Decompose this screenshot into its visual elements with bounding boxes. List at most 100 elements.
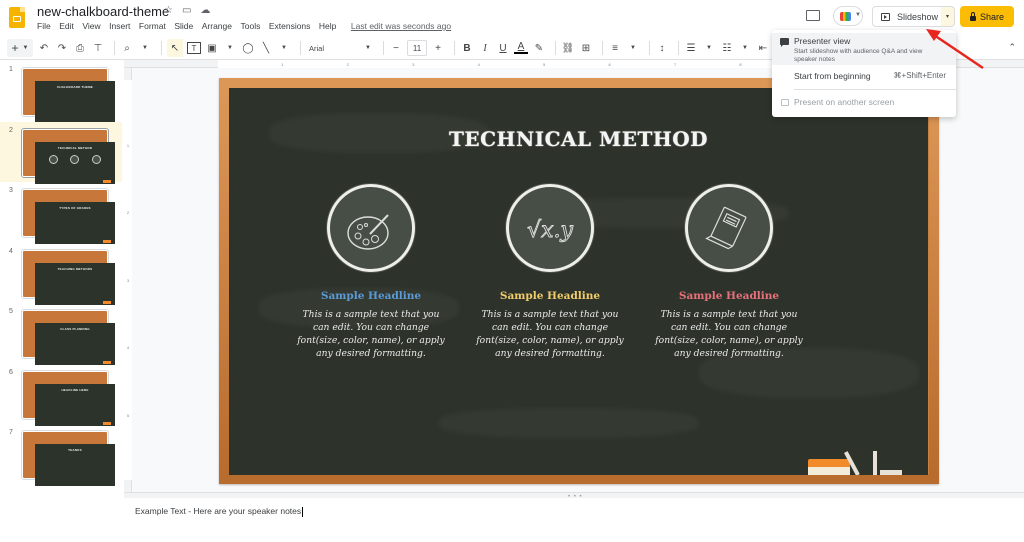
slide-filmstrip: 1 CHALKBOARD THEME 2 TECHNICAL METHOD 3 TYPES… [0, 60, 122, 542]
thumbnail-title: TECHNICAL METHOD [57, 145, 93, 150]
menu-slide[interactable]: Slide [174, 21, 193, 31]
speaker-notes-text[interactable]: Example Text - Here are your speaker not… [135, 506, 303, 517]
column-headline[interactable]: Sample Headline [654, 290, 804, 302]
cast-icon [781, 99, 789, 106]
select-tool-button[interactable]: ↖ [167, 39, 183, 57]
menu-format[interactable]: Format [139, 21, 166, 31]
column-headline[interactable]: Sample Headline [475, 290, 625, 302]
numbered-list-button[interactable]: ☷ [720, 39, 734, 57]
shape-button[interactable]: ◯ [241, 39, 255, 57]
bulleted-list-button[interactable]: ☰ [684, 39, 698, 57]
image-button[interactable]: ▣ [205, 39, 219, 57]
last-edit-link[interactable]: Last edit was seconds ago [351, 21, 451, 31]
line-button[interactable]: ╲ [259, 39, 273, 57]
add-comment-button[interactable]: ⊞ [579, 39, 593, 57]
menu-help[interactable]: Help [319, 21, 336, 31]
filmstrip-slide-2[interactable]: 2 TECHNICAL METHOD [0, 121, 122, 184]
text-color-button[interactable]: A [514, 42, 528, 54]
slide[interactable]: TECHNICAL METHOD Sample Headline This is… [219, 78, 939, 484]
bold-button[interactable]: B [460, 39, 474, 57]
slide-thumbnail[interactable]: TECHNICAL METHOD [21, 127, 115, 184]
textbox-button[interactable]: T [187, 42, 201, 54]
thumbnail-title: TEACHING METHODS [57, 266, 93, 271]
divider [602, 41, 603, 55]
filmstrip-slide-4[interactable]: 4 TEACHING METHODS [0, 243, 122, 305]
menu-extensions[interactable]: Extensions [269, 21, 311, 31]
slide-number: 3 [9, 187, 13, 194]
ruler-label: 4 [477, 61, 480, 67]
filmstrip-slide-1[interactable]: 1 CHALKBOARD THEME [0, 61, 122, 123]
slide-thumbnail[interactable]: CHALKBOARD THEME [21, 67, 115, 123]
column-headline[interactable]: Sample Headline [296, 290, 446, 302]
underline-button[interactable]: U [496, 39, 510, 57]
slide-thumbnail[interactable]: TYPES OF GRADES [21, 188, 115, 244]
star-icon[interactable]: ☆ [164, 5, 173, 16]
menu-tools[interactable]: Tools [240, 21, 260, 31]
filmstrip-slide-3[interactable]: 3 TYPES OF GRADES [0, 182, 122, 244]
share-label: Share [979, 11, 1005, 22]
line-spacing-button[interactable]: ↕ [655, 39, 669, 57]
slide-thumbnail[interactable]: THANKS [21, 430, 115, 486]
column-body[interactable]: This is a sample text that you can edit.… [654, 308, 804, 360]
image-dropdown-icon[interactable]: ▼ [223, 39, 237, 57]
slideshow-menu: Presenter view Start slideshow with audi… [772, 30, 956, 117]
slide-thumbnail[interactable]: TEACHING METHODS [21, 248, 115, 305]
decrease-indent-button[interactable]: ⇤ [756, 39, 770, 57]
slide-title[interactable]: TECHNICAL METHOD [229, 127, 928, 151]
menu-item-start-from-beginning[interactable]: Start from beginning ⌘+Shift+Enter [772, 67, 956, 85]
print-button[interactable]: ⎙ [73, 39, 87, 57]
undo-button[interactable]: ↶ [37, 39, 51, 57]
comment-history-icon[interactable] [806, 10, 820, 21]
filmstrip-slide-5[interactable]: 5 CLASS PLANNING [0, 303, 122, 365]
menu-view[interactable]: View [82, 21, 100, 31]
font-size-increase-button[interactable]: + [431, 39, 445, 57]
font-size-decrease-button[interactable]: − [389, 39, 403, 57]
menu-edit[interactable]: Edit [59, 21, 74, 31]
cloud-saved-icon[interactable]: ☁ [200, 5, 210, 16]
menu-item-presenter-view[interactable]: Presenter view Start slideshow with audi… [772, 33, 956, 65]
column-body[interactable]: This is a sample text that you can edit.… [475, 308, 625, 360]
document-title[interactable]: new-chalkboard-theme [37, 4, 169, 19]
menu-item-description: Start slideshow with audience Q&A and vi… [794, 48, 923, 63]
filmstrip-slide-7[interactable]: 7 THANKS [0, 424, 122, 486]
paint-format-button[interactable]: ⊤ [91, 39, 105, 57]
menu-arrange[interactable]: Arrange [202, 21, 232, 31]
slide-thumbnail[interactable]: HEADLINE HERE [21, 369, 115, 426]
slide-number: 5 [9, 308, 13, 315]
redo-button[interactable]: ↷ [55, 39, 69, 57]
ruler-label: 5 [126, 412, 130, 418]
thumbnail-title: THANKS [68, 448, 82, 452]
slides-logo-icon[interactable] [9, 7, 25, 28]
chevron-down-icon: ▼ [365, 45, 371, 51]
menu-insert[interactable]: Insert [109, 21, 130, 31]
collapse-toolbar-icon[interactable]: ⌃ [1008, 42, 1016, 53]
numbered-dropdown-icon[interactable]: ▼ [738, 39, 752, 57]
bullets-dropdown-icon[interactable]: ▼ [702, 39, 716, 57]
filmstrip-slide-6[interactable]: 6 HEADLINE HERE [0, 364, 122, 426]
font-select[interactable]: Arial ▼ [306, 39, 374, 57]
slideshow-button[interactable]: Slideshow [872, 6, 942, 27]
align-dropdown-icon[interactable]: ▼ [626, 39, 640, 57]
svg-text:√x.y: √x.y [527, 218, 573, 243]
column-body[interactable]: This is a sample text that you can edit.… [296, 308, 446, 360]
menu-item-label: Present on another screen [794, 97, 895, 107]
line-dropdown-icon[interactable]: ▼ [277, 39, 291, 57]
speaker-notes[interactable]: Example Text - Here are your speaker not… [124, 498, 1024, 542]
new-slide-button[interactable]: + ▼ [7, 39, 33, 57]
highlight-color-button[interactable]: ✎ [532, 39, 546, 57]
italic-button[interactable]: I [478, 39, 492, 57]
zoom-dropdown-icon[interactable]: ▼ [138, 39, 152, 57]
zoom-button[interactable]: ⌕ [120, 39, 134, 57]
align-button[interactable]: ≡ [608, 39, 622, 57]
insert-link-button[interactable]: ⛓ [561, 39, 575, 57]
slide-thumbnail[interactable]: CLASS PLANNING [21, 309, 115, 365]
menu-file[interactable]: File [37, 21, 51, 31]
palette-icon [327, 184, 415, 272]
slide-number: 2 [9, 126, 13, 134]
move-to-folder-icon[interactable]: ▭ [182, 5, 191, 16]
meet-button[interactable]: ▼ [833, 6, 863, 26]
slideshow-options-button[interactable]: ▾ [941, 6, 955, 27]
share-button[interactable]: Share [960, 6, 1014, 27]
vertical-ruler[interactable]: 1 2 3 4 5 [124, 68, 132, 492]
font-size-input[interactable]: 11 [407, 40, 427, 56]
